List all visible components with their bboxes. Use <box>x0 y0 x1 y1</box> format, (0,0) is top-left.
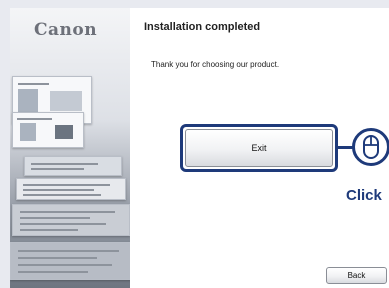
back-button[interactable]: Back <box>326 267 387 284</box>
decorative-page <box>24 156 122 176</box>
sidebar-panel: Canon <box>10 8 130 288</box>
click-callout-text: Click <box>346 187 382 204</box>
mouse-icon <box>352 128 389 166</box>
canon-logo: Canon <box>34 20 98 40</box>
decorative-page <box>16 178 126 200</box>
installer-window: Canon Installation completed Thank you f… <box>10 8 389 288</box>
content-area: Installation completed Thank you for cho… <box>130 8 389 288</box>
decorative-page <box>12 112 84 148</box>
decorative-page <box>12 204 130 236</box>
page-title: Installation completed <box>144 21 261 33</box>
exit-button[interactable]: Exit <box>185 129 333 167</box>
decorative-page <box>10 242 130 280</box>
thank-you-message: Thank you for choosing our product. <box>151 60 280 69</box>
